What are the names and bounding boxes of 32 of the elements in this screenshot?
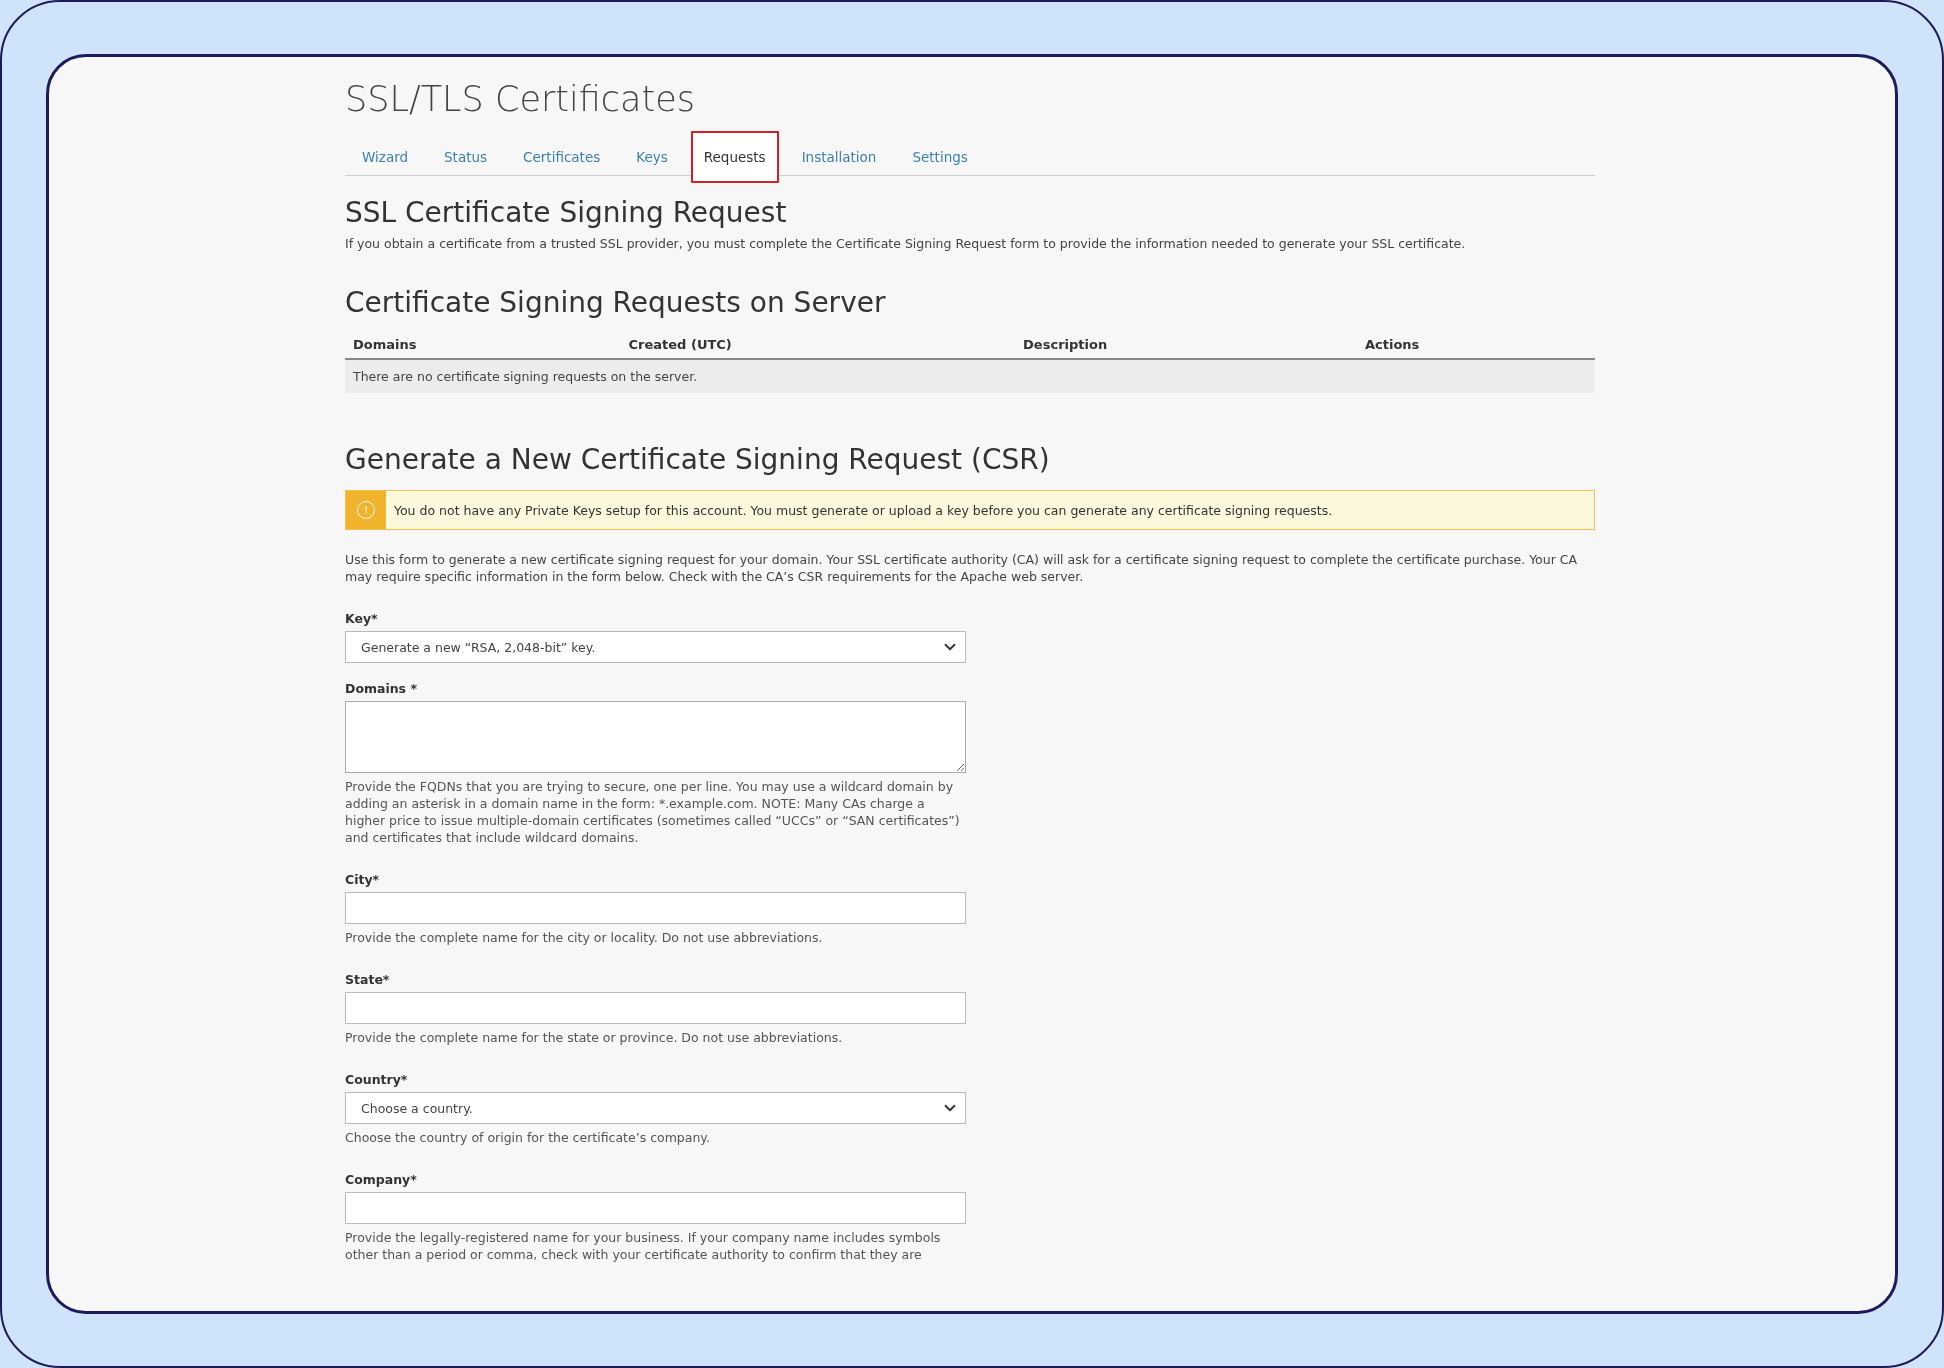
section-heading: Generate a New Certificate Signing Request (CSR) <box>345 443 1051 476</box>
select-field[interactable]: Choose a country. <box>345 1092 966 1124</box>
help-text: Provide the legally-registered name for your business. If your company name includes symbols other than a period or comma, check with your certificate authority to confirm that they are <box>345 1229 942 1263</box>
tab[interactable]: Wizard <box>349 139 422 175</box>
empty-message: There are no certificate signing requests on the server. <box>345 359 1595 393</box>
field-label: Key* <box>345 611 379 626</box>
intro-text: If you obtain a certificate from a trusted SSL provider, you must complete the Certificate Signing Request form to provide the information needed to generate your SSL certificate. <box>345 235 1467 252</box>
form-description: Use this form to generate a new certificate signing request for your domain. Your SSL certificate authority (CA) will ask for a certificate signing request to complete the certificate purchase. Your CA may require specific information in the form below. Check with the CA’s CSR requirements for the Apache web server. <box>345 551 1579 585</box>
section-heading: SSL Certificate Signing Request <box>345 196 788 229</box>
field-label: Company* <box>345 1172 418 1187</box>
tab[interactable]: Status <box>431 139 501 175</box>
tab[interactable]: Certificates <box>510 139 614 175</box>
select-field[interactable]: Generate a new “RSA, 2,048-bit” key. <box>345 631 966 663</box>
section-heading: Certificate Signing Requests on Server <box>345 286 887 319</box>
tab[interactable]: Keys <box>623 139 681 175</box>
warning-text: You do not have any Private Keys setup for this account. You must generate or upload a key before you can generate any certificate signing requests. <box>394 502 1333 518</box>
help-text: Choose the country of origin for the certificate’s company. <box>345 1129 711 1146</box>
domains-field[interactable] <box>345 701 966 773</box>
page-title: SSL/TLS Certificates <box>345 79 696 119</box>
field-label: State* <box>345 972 391 987</box>
text-field[interactable] <box>345 892 966 924</box>
tab[interactable]: Settings <box>899 139 981 175</box>
text-field[interactable] <box>345 992 966 1024</box>
field-label: Country* <box>345 1072 409 1087</box>
help-text: Provide the complete name for the state or province. Do not use abbreviations. <box>345 1029 844 1046</box>
help-text: Provide the FQDNs that you are trying to secure, one per line. You may use a wildcard domain by adding an asterisk in a domain name in the form: *.example.com. NOTE: Many CAs charge a higher price to issue multiple-domain certificates (sometimes called “UCCs” or “SAN certificates”) and certificates that include wildcard domains. <box>345 778 961 846</box>
help-text: Provide the complete name for the city or locality. Do not use abbreviations. <box>345 929 824 946</box>
tab[interactable]: Requests <box>690 131 779 183</box>
tab[interactable]: Installation <box>788 139 890 175</box>
field-label: City* <box>345 872 381 887</box>
field-label: Domains * <box>345 681 418 696</box>
text-field[interactable] <box>345 1192 966 1224</box>
